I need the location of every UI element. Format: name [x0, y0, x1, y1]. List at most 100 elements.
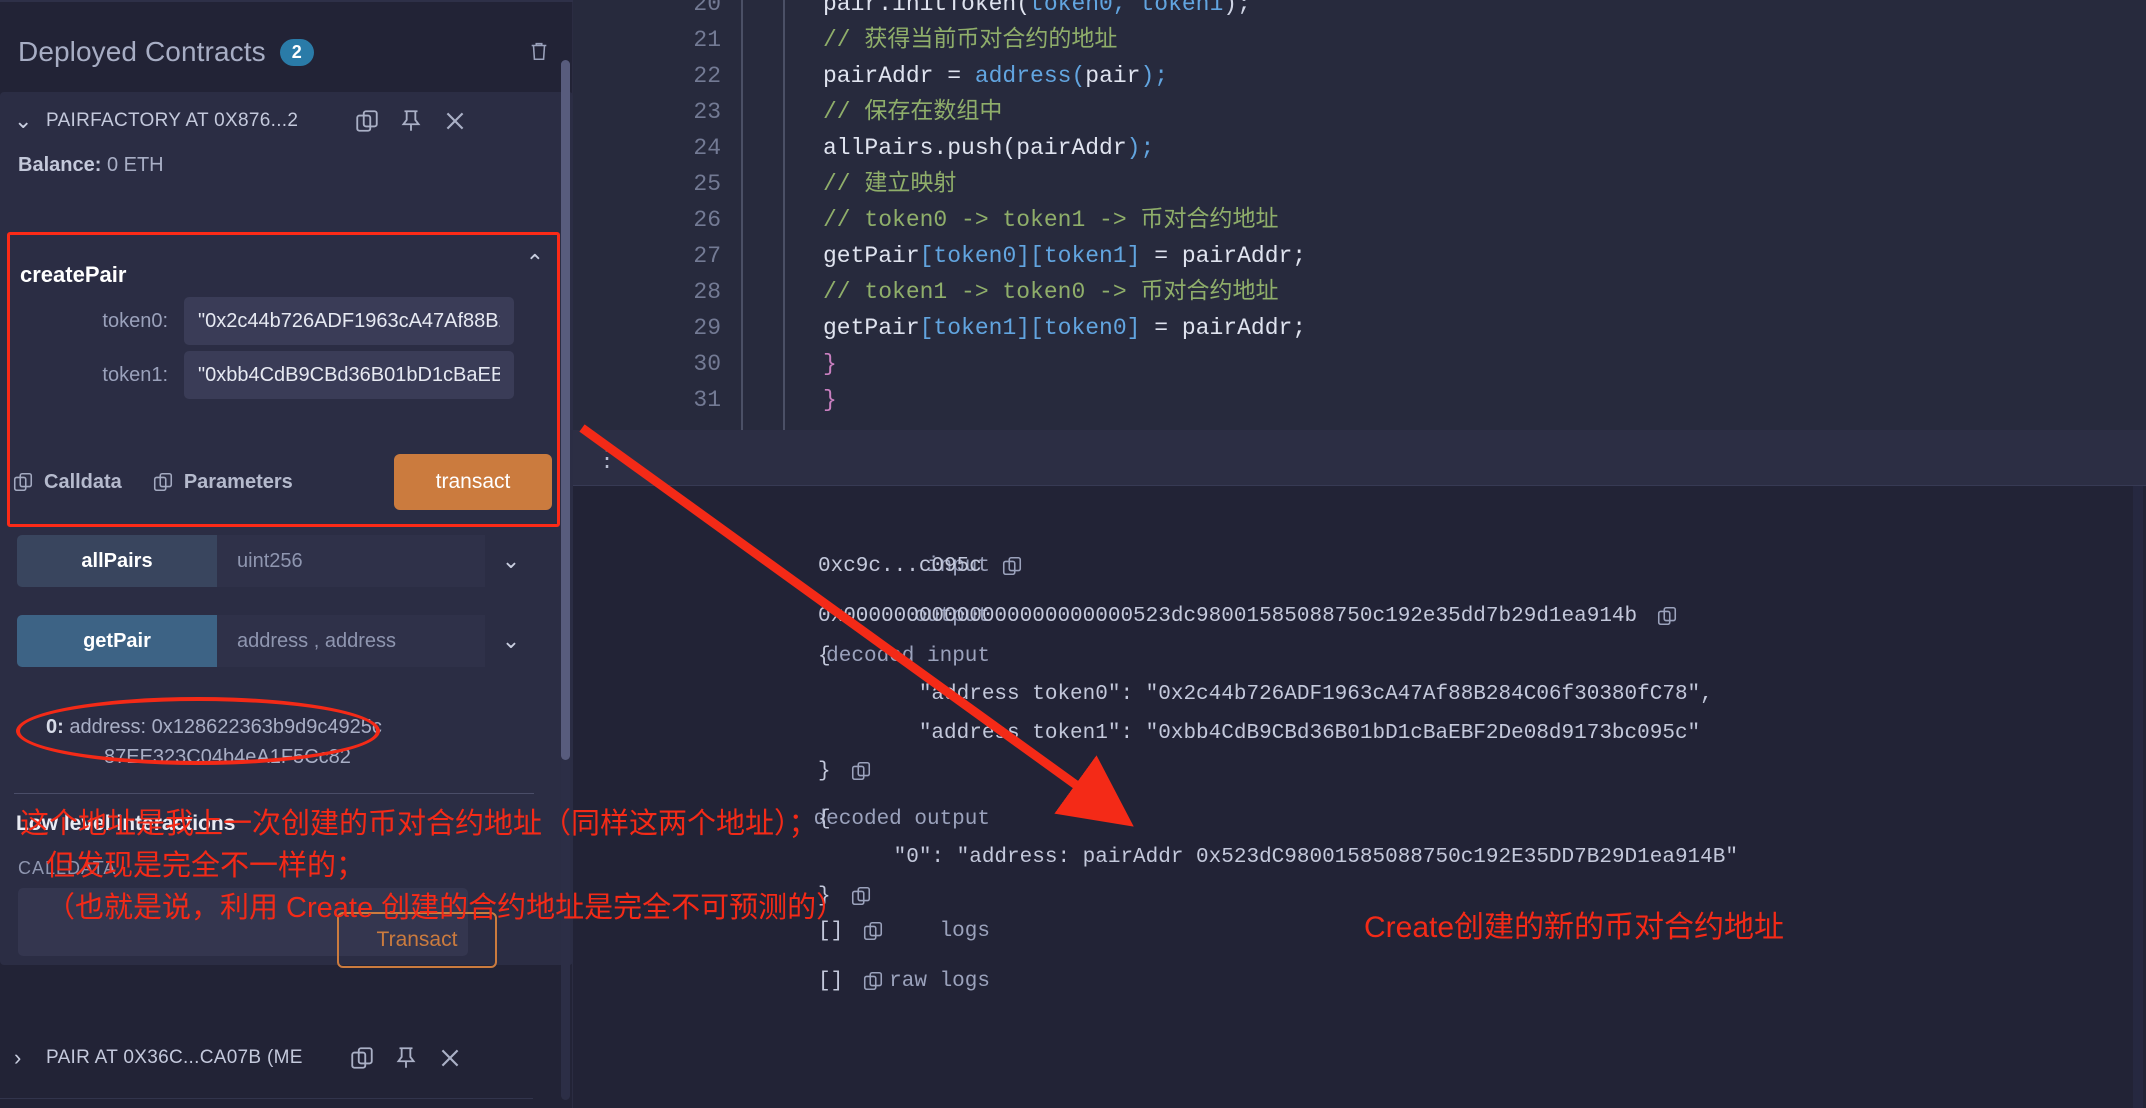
terminal-row-value: "0": "address: pairAddr 0x523dC980015850…	[818, 846, 1738, 869]
param-row-token0: token0:	[14, 297, 544, 345]
close-icon[interactable]	[437, 1045, 463, 1071]
terminal-row-value: {	[818, 808, 831, 831]
function-row-getpair: getPair address , address ⌄	[17, 615, 537, 667]
page-title: Deployed Contracts	[18, 36, 266, 67]
getpair-expand-icon[interactable]: ⌄	[485, 615, 537, 667]
allpairs-expand-icon[interactable]: ⌄	[485, 535, 537, 587]
pin-icon[interactable]	[398, 108, 424, 134]
terminal-row-value: 0xc9c...c095c	[818, 555, 982, 578]
divider	[0, 1098, 533, 1099]
chevron-up-icon[interactable]: ⌃	[526, 250, 544, 276]
line-number: 29	[693, 315, 721, 341]
code-line: 28 // token1 -> token0 -> 币对合约地址	[573, 274, 2146, 310]
close-icon[interactable]	[442, 108, 468, 134]
line-number: 25	[693, 171, 721, 197]
getpair-button[interactable]: getPair	[17, 615, 217, 667]
code-line: 22 pairAddr = address(pair);	[573, 58, 2146, 94]
low-level-transact-button[interactable]: Transact	[337, 912, 497, 968]
allpairs-button[interactable]: allPairs	[17, 535, 217, 587]
line-number: 22	[693, 63, 721, 89]
line-number: 24	[693, 135, 721, 161]
deployed-contracts-header: Deployed Contracts 2	[0, 14, 573, 90]
chevron-down-icon[interactable]: ⌄	[14, 110, 40, 132]
code-text: getPair[token1][token0] = pairAddr;	[823, 315, 1307, 341]
panel-top-divider	[0, 0, 573, 2]
terminal-row-key: raw logs	[889, 970, 990, 993]
terminal-panel: ⋮⌄ input 0xc9c...c095c output 0x00000000000…	[573, 430, 2146, 1108]
line-number: 30	[693, 351, 721, 377]
copy-icon[interactable]	[1001, 555, 1023, 577]
function-row-allpairs: allPairs uint256 ⌄	[17, 535, 537, 587]
copy-icon[interactable]	[862, 920, 884, 942]
copy-calldata-icon[interactable]	[12, 470, 34, 494]
line-number: 27	[693, 243, 721, 269]
copy-icon[interactable]	[850, 760, 872, 782]
allpairs-args[interactable]: uint256	[217, 535, 485, 587]
terminal-row-value: "address token1": "0xbb4CdB9CBd36B01bD1c…	[818, 722, 1701, 745]
code-text: // 保存在数组中	[823, 99, 1003, 125]
line-number: 23	[693, 99, 721, 125]
contract-instance-title: PAIRFACTORY AT 0X876...2	[46, 110, 299, 131]
copy-icon[interactable]	[1656, 605, 1678, 627]
copy-icon[interactable]	[850, 885, 872, 907]
terminal-scrollbar-track[interactable]	[2133, 486, 2143, 1108]
code-editor[interactable]: 20 pair.initToken(token0, token1); 21 // 获得…	[573, 0, 2146, 430]
pair-instance-title: PAIR AT 0X36C...CA07B (ME	[46, 1047, 303, 1068]
chevron-right-icon[interactable]: ›	[14, 1047, 40, 1069]
code-line: 29 getPair[token1][token0] = pairAddr;	[573, 310, 2146, 346]
pair-instance-header[interactable]: › PAIR AT 0X36C...CA07B (ME	[0, 1028, 533, 1088]
terminal-toolbar	[573, 430, 2146, 486]
token0-input[interactable]	[184, 297, 514, 345]
contract-instance-header[interactable]: ⌄ PAIRFACTORY AT 0X876...2	[0, 92, 573, 150]
copy-parameters-icon[interactable]	[152, 470, 174, 494]
deployed-contracts-panel: Deployed Contracts 2 ⌄ PAIRFACTORY AT 0X…	[0, 0, 573, 1108]
terminal-row-value: "address token0": "0x2c44b726ADF1963cA47…	[818, 683, 1713, 706]
terminal-row-value: }	[818, 885, 831, 908]
code-text: // token0 -> token1 -> 币对合约地址	[823, 207, 1279, 233]
line-number: 28	[693, 279, 721, 305]
param-label-token0: token0:	[102, 309, 168, 332]
balance-row: Balance: 0 ETH	[18, 154, 164, 177]
trash-icon[interactable]	[528, 38, 550, 64]
copy-icon[interactable]	[862, 970, 884, 992]
code-text: // token1 -> token0 -> 币对合约地址	[823, 279, 1279, 305]
returned-value-highlight-ellipse	[16, 697, 380, 765]
terminal-row-value: {	[818, 645, 831, 668]
token1-input[interactable]	[184, 351, 514, 399]
code-line: 25 // 建立映射	[573, 166, 2146, 202]
code-line: 24 allPairs.push(pairAddr);	[573, 130, 2146, 166]
terminal-row-value: }	[818, 760, 831, 783]
copy-icon[interactable]	[354, 108, 380, 134]
terminal-row-value: []	[818, 920, 844, 943]
divider	[14, 793, 534, 794]
param-row-token1: token1:	[14, 351, 544, 399]
calldata-button[interactable]: Calldata	[44, 471, 122, 494]
code-line: 26 // token0 -> token1 -> 币对合约地址	[573, 202, 2146, 238]
code-line: 27 getPair[token0][token1] = pairAddr;	[573, 238, 2146, 274]
param-label-token1: token1:	[102, 363, 168, 386]
create-pair-actions: Calldata Parameters transact	[12, 453, 552, 511]
parameters-button[interactable]: Parameters	[184, 471, 293, 494]
getpair-args[interactable]: address , address	[217, 615, 485, 667]
calldata-label: CALLDATA	[18, 858, 117, 878]
code-text: }	[823, 351, 837, 377]
code-text: // 建立映射	[823, 171, 957, 197]
code-text: pair.initToken(token0, token1);	[823, 0, 1251, 17]
terminal-row-key: decoded input	[826, 645, 990, 668]
pin-icon[interactable]	[393, 1045, 419, 1071]
create-pair-function-name: createPair	[20, 262, 127, 287]
terminal-row-key: decoded output	[813, 808, 990, 831]
terminal-row-key: logs	[939, 920, 990, 943]
chevrons-down-icon[interactable]: ⋮⌄	[595, 444, 639, 473]
line-number: 26	[693, 207, 721, 233]
transact-button[interactable]: transact	[394, 454, 552, 510]
code-text: allPairs.push(pairAddr);	[823, 135, 1155, 161]
terminal-row-value: []	[818, 970, 844, 993]
copy-icon[interactable]	[349, 1045, 375, 1071]
balance-value: 0 ETH	[106, 154, 164, 176]
left-panel-scrollbar-thumb[interactable]	[561, 60, 570, 760]
code-line: 31}	[573, 382, 2146, 418]
deployed-count-badge: 2	[279, 38, 314, 66]
code-text: }	[823, 387, 837, 413]
balance-label: Balance:	[18, 154, 102, 176]
